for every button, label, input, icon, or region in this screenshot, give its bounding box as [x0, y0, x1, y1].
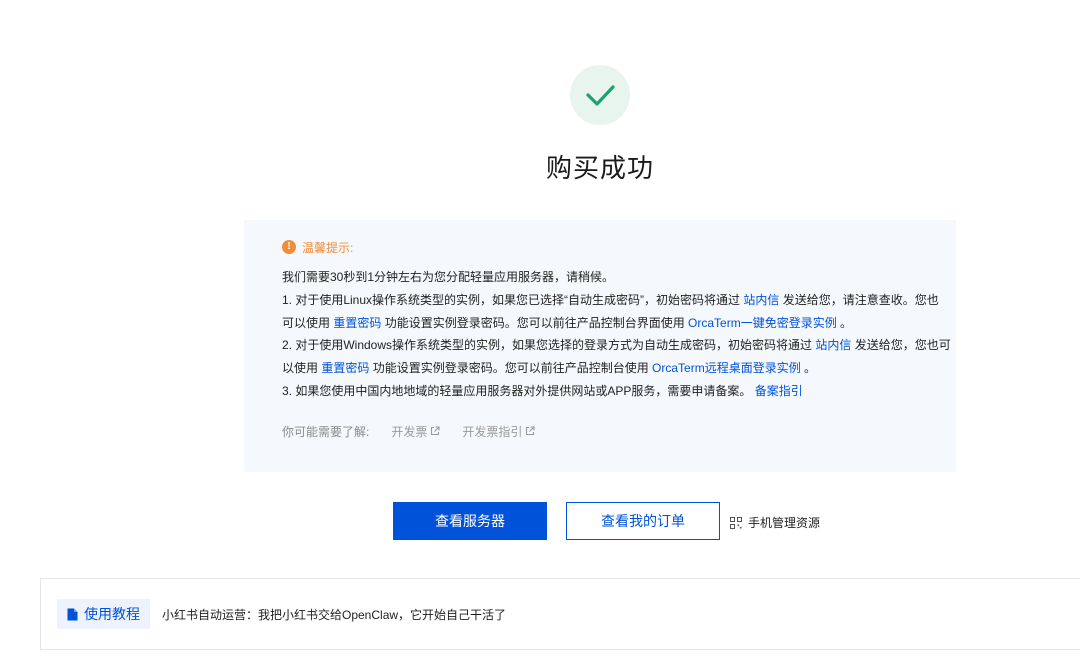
reset-password-link[interactable]: 重置密码 — [333, 316, 381, 330]
success-badge — [570, 65, 630, 125]
notice-line-5: 以使用 重置密码 功能设置实例登录密码。您可以前往产品控制台使用 OrcaTer… — [282, 361, 817, 376]
notice-line-3: 可以使用 重置密码 功能设置实例登录密码。您可以前往产品控制台界面使用 Orca… — [282, 315, 853, 330]
check-icon — [586, 85, 615, 106]
reset-password-link-windows[interactable]: 重置密码 — [321, 361, 369, 375]
notice-panel: ! 温馨提示: 我们需要30秒到1分钟左右为您分配轻量应用服务器，请稍候。 1.… — [244, 220, 956, 472]
external-link-icon — [526, 426, 535, 436]
invoice-guide-link[interactable]: 开发票指引 — [462, 423, 535, 440]
inbox-message-link[interactable]: 站内信 — [743, 293, 779, 307]
mobile-manage-link[interactable]: 手机管理资源 — [730, 514, 820, 531]
tutorial-tag: 使用教程 — [57, 599, 150, 629]
notice-heading: 温馨提示: — [302, 240, 354, 255]
icp-filing-guide-link[interactable]: 备案指引 — [755, 384, 803, 398]
warning-icon: ! — [282, 240, 296, 254]
page-title: 购买成功 — [545, 153, 654, 183]
related-links: 你可能需要了解: 开发票 开发票指引 — [282, 423, 918, 440]
notice-line-1: 我们需要30秒到1分钟左右为您分配轻量应用服务器，请稍候。 — [282, 270, 615, 284]
inbox-message-link-windows[interactable]: 站内信 — [815, 338, 851, 352]
tutorial-title: 小红书自动运营：我把小红书交给OpenClaw，它开始自己干活了 — [162, 607, 507, 622]
view-servers-button[interactable]: 查看服务器 — [393, 502, 547, 540]
notice-line-6: 3. 如果您使用中国内地地域的轻量应用服务器对外提供网站或APP服务，需要申请备… — [282, 383, 803, 398]
invoice-link[interactable]: 开发票 — [391, 423, 440, 440]
document-icon — [67, 608, 78, 620]
view-orders-button[interactable]: 查看我的订单 — [566, 502, 720, 540]
qr-code-icon — [730, 516, 742, 529]
orcaterm-login-link[interactable]: OrcaTerm一键免密登录实例 — [688, 316, 837, 330]
notice-line-4: 2. 对于使用Windows操作系统类型的实例，如果您选择的登录方式为自动生成密… — [282, 338, 951, 353]
notice-line-2: 1. 对于使用Linux操作系统类型的实例，如果您已选择“自动生成密码”，初始密… — [282, 292, 939, 307]
notice-header: ! 温馨提示: — [282, 240, 918, 255]
external-link-icon — [431, 426, 440, 436]
purchase-success-page: 购买成功 ! 温馨提示: 我们需要30秒到1分钟左右为您分配轻量应用服务器，请稍… — [0, 0, 1080, 660]
tutorial-banner[interactable]: 使用教程 小红书自动运营：我把小红书交给OpenClaw，它开始自己干活了 — [40, 578, 1080, 650]
related-links-label: 你可能需要了解: — [282, 424, 370, 439]
orcaterm-remote-desktop-link[interactable]: OrcaTerm远程桌面登录实例 — [652, 361, 801, 375]
